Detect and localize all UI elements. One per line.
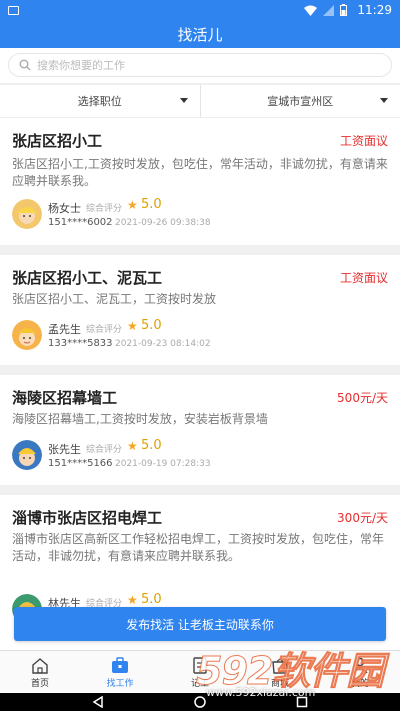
post-job-seeking-button[interactable]: 发布找活 让老板主动联系你	[14, 607, 386, 641]
position-filter-label: 选择职位	[77, 95, 122, 108]
job-title: 张店区招小工	[12, 132, 103, 150]
recents-icon[interactable]	[296, 696, 308, 708]
tab-home[interactable]: 首页	[0, 651, 80, 693]
poster-name: 孟先生	[48, 323, 81, 336]
tab-mine-label: 我的	[350, 679, 369, 689]
job-card[interactable]: 张店区招小工、泥瓦工 工资面议 张店区招小工、泥瓦工，工资按时发放 孟先生 综合…	[0, 255, 400, 365]
job-description: 淄博市张店区高新区工作轻松招电焊工，工资按时发放，包吃住，常年活动，非诚勿扰，有…	[12, 532, 385, 563]
job-title: 海陵区招幕墙工	[12, 389, 118, 407]
job-pay: 300元/天	[337, 511, 388, 525]
search-placeholder: 搜索你想要的工作	[37, 59, 125, 72]
star-icon: ★	[127, 439, 138, 453]
user-icon	[352, 657, 368, 674]
job-description: 海陵区招幕墙工,工资按时发放，安装岩板背景墙	[12, 412, 268, 426]
rating-score: 5.0	[141, 197, 162, 212]
avatar	[12, 440, 42, 470]
poster-info: 张先生 综合评分 ★ 5.0 151****5166 2021-09-19 07…	[12, 438, 312, 474]
poster-phone: 151****6002	[48, 217, 113, 228]
job-pay: 500元/天	[337, 391, 388, 405]
job-description: 张店区招小工,工资按时发放，包吃住，常年活动，非诚勿扰，有意请来应聘并联系我。	[12, 157, 388, 188]
rating-score: 5.0	[141, 592, 162, 607]
rating-score: 5.0	[141, 438, 162, 453]
rating-label: 综合评分	[86, 445, 123, 455]
home-circle-icon[interactable]	[194, 696, 206, 708]
star-icon: ★	[127, 198, 138, 212]
back-icon[interactable]	[92, 696, 104, 708]
note-icon	[193, 657, 207, 674]
job-card[interactable]: 海陵区招幕墙工 500元/天 海陵区招幕墙工,工资按时发放，安装岩板背景墙 张先…	[0, 375, 400, 485]
poster-name: 杨女士	[48, 202, 81, 215]
poster-phone: 151****5166	[48, 458, 113, 469]
title-bar: 找活儿	[0, 20, 400, 48]
signal-icon	[323, 4, 335, 16]
post-job-seeking-label: 发布找活 让老板主动联系你	[126, 617, 274, 632]
location-filter-label: 宣城市宣州区	[267, 95, 334, 108]
job-title: 淄博市张店区招电焊工	[12, 509, 163, 527]
star-icon: ★	[127, 593, 138, 607]
caret-down-icon	[179, 98, 188, 103]
home-icon	[32, 658, 48, 674]
bottom-tab-bar: 首页 找工作 记工 商城 我的	[0, 650, 400, 693]
wifi-icon	[304, 5, 318, 16]
shop-icon	[272, 658, 288, 674]
avatar	[12, 199, 42, 229]
tab-mine[interactable]: 我的	[320, 651, 400, 693]
battery-icon	[340, 4, 348, 16]
status-bar: 11:29	[0, 0, 400, 20]
avatar	[12, 320, 42, 350]
tab-shop[interactable]: 商城	[240, 651, 320, 693]
job-description: 张店区招小工、泥瓦工，工资按时发放	[12, 292, 217, 306]
job-title: 张店区招小工、泥瓦工	[12, 269, 163, 287]
post-time: 2021-09-26 09:38:38	[115, 218, 211, 228]
rating-label: 综合评分	[86, 325, 123, 335]
post-time: 2021-09-19 07:28:33	[115, 459, 211, 469]
briefcase-icon	[112, 657, 128, 673]
tab-record-work-label: 记工	[190, 679, 209, 689]
gallery-notification-icon	[8, 5, 19, 15]
rating-label: 综合评分	[86, 204, 123, 214]
location-filter[interactable]: 宣城市宣州区	[199, 85, 400, 117]
tab-find-job-label: 找工作	[106, 679, 134, 689]
job-pay: 工资面议	[339, 271, 388, 285]
poster-name: 张先生	[48, 443, 81, 456]
job-pay: 工资面议	[339, 134, 388, 148]
tab-home-label: 首页	[30, 679, 49, 689]
tab-shop-label: 商城	[270, 679, 289, 689]
search-input[interactable]: 搜索你想要的工作	[8, 53, 392, 77]
post-time: 2021-09-23 08:14:02	[115, 339, 211, 349]
star-icon: ★	[127, 319, 138, 333]
job-card[interactable]: 张店区招小工 工资面议 张店区招小工,工资按时发放，包吃住，常年活动，非诚勿扰，…	[0, 118, 400, 245]
caret-down-icon	[380, 98, 388, 103]
filter-bar: 选择职位 宣城市宣州区	[0, 84, 400, 118]
position-filter[interactable]: 选择职位	[0, 85, 200, 117]
clock: 11:29	[357, 3, 392, 17]
poster-info: 孟先生 综合评分 ★ 5.0 133****5833 2021-09-23 08…	[12, 318, 312, 354]
poster-info: 杨女士 综合评分 ★ 5.0 151****6002 2021-09-26 09…	[12, 197, 312, 233]
system-nav-bar	[0, 693, 400, 711]
search-bar: 搜索你想要的工作	[0, 48, 400, 83]
rating-score: 5.0	[141, 318, 162, 333]
tab-find-job[interactable]: 找工作	[80, 651, 160, 693]
poster-phone: 133****5833	[48, 338, 113, 349]
tab-record-work[interactable]: 记工	[160, 651, 240, 693]
page-title: 找活儿	[177, 25, 223, 44]
search-icon	[19, 59, 31, 71]
